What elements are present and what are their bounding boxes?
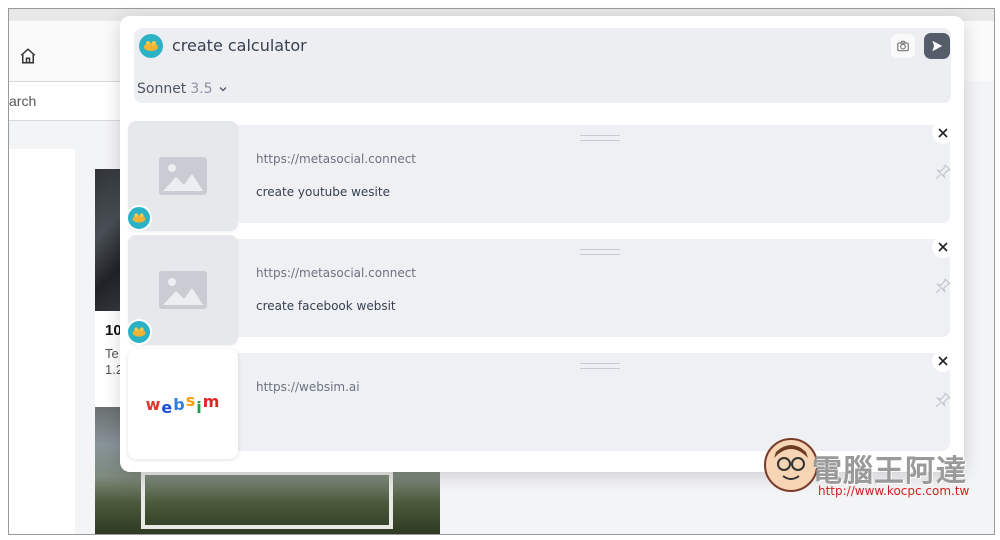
close-button[interactable] xyxy=(932,350,954,372)
prompt-box: create calculator Sonnet 3.5 xyxy=(134,28,951,103)
background-landscape-frame xyxy=(141,471,393,529)
background-left-panel xyxy=(9,149,75,534)
result-thumbnail: websim xyxy=(128,349,238,459)
websim-logo-letter: i xyxy=(196,397,203,417)
drag-handle[interactable] xyxy=(580,363,620,369)
result-card[interactable]: https://metasocial.connect create youtub… xyxy=(126,121,954,231)
model-selector[interactable]: Sonnet 3.5 xyxy=(137,81,229,97)
result-url[interactable]: https://metasocial.connect xyxy=(256,266,416,280)
background-card-subtitle: Te xyxy=(105,346,119,361)
watermark-url: http://www.kocpc.com.tw xyxy=(818,484,970,498)
camera-icon xyxy=(897,40,909,52)
pin-icon[interactable] xyxy=(934,277,952,295)
result-card[interactable]: https://metasocial.connect create facebo… xyxy=(126,235,954,345)
prompt-input[interactable]: create calculator xyxy=(172,36,307,55)
result-card[interactable]: websim https://websim.ai xyxy=(128,349,954,459)
image-placeholder-icon xyxy=(159,157,207,195)
home-icon[interactable] xyxy=(19,47,37,65)
websim-popup: create calculator Sonnet 3.5 https://met… xyxy=(120,16,964,472)
avatar-icon xyxy=(126,319,152,345)
pin-icon[interactable] xyxy=(934,391,952,409)
search-placeholder-text: arch xyxy=(9,93,37,109)
drag-handle[interactable] xyxy=(580,249,620,255)
watermark-mascot-icon xyxy=(764,438,818,492)
pin-icon[interactable] xyxy=(934,163,952,181)
send-button[interactable] xyxy=(924,33,950,59)
drag-handle[interactable] xyxy=(580,135,620,141)
image-placeholder-icon xyxy=(159,271,207,309)
result-description: create facebook websit xyxy=(256,299,396,313)
background-search-input[interactable]: arch xyxy=(9,81,135,121)
result-url[interactable]: https://websim.ai xyxy=(256,380,360,394)
websim-logo-letter: w xyxy=(145,394,162,414)
avatar-icon xyxy=(126,205,152,231)
chevron-down-icon xyxy=(219,87,227,92)
result-url[interactable]: https://metasocial.connect xyxy=(256,152,416,166)
close-button[interactable] xyxy=(932,236,954,258)
send-icon xyxy=(932,40,943,52)
close-icon xyxy=(938,242,948,252)
close-button[interactable] xyxy=(932,122,954,144)
websim-logo-letter: b xyxy=(173,394,186,414)
close-icon xyxy=(938,128,948,138)
model-version: 3.5 xyxy=(190,81,213,97)
camera-button[interactable] xyxy=(891,34,915,58)
close-icon xyxy=(938,356,948,366)
model-name: Sonnet xyxy=(137,81,187,97)
websim-logo-letter: m xyxy=(202,391,221,411)
avatar-icon xyxy=(139,34,163,58)
websim-logo-letter: s xyxy=(185,390,197,410)
websim-logo-letter: e xyxy=(161,397,174,417)
websim-logo: websim xyxy=(145,391,221,417)
result-description: create youtube wesite xyxy=(256,185,390,199)
